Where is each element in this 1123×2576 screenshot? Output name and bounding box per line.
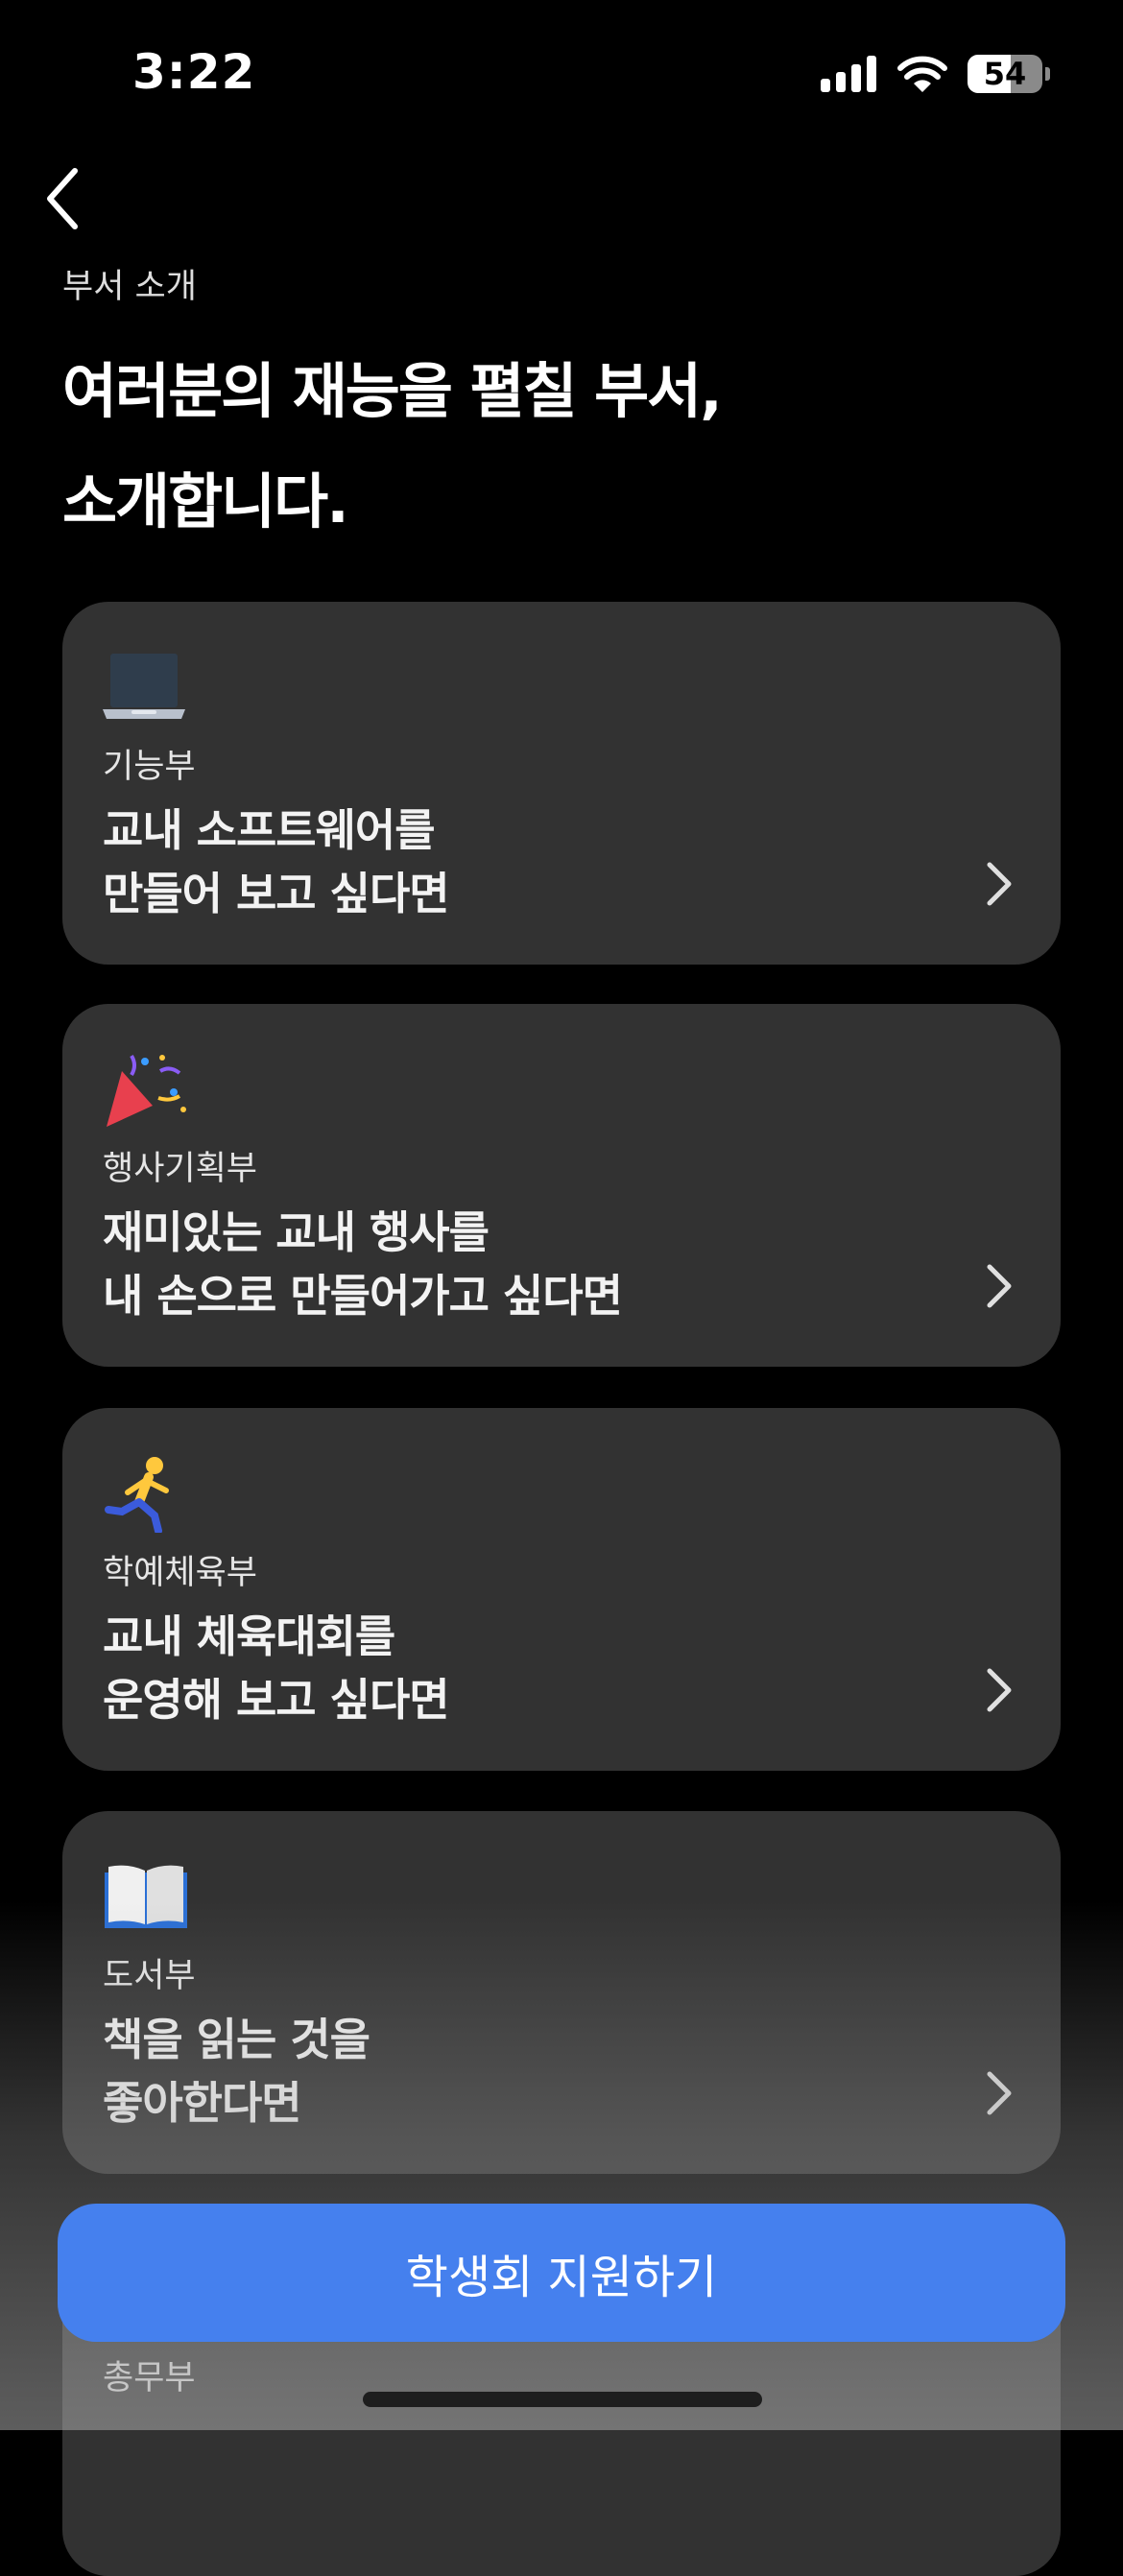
department-card-library[interactable]: 도서부 책을 읽는 것을 좋아한다면 xyxy=(62,1811,1061,2174)
department-description: 교내 소프트웨어를 만들어 보고 싶다면 xyxy=(103,804,450,919)
page-title-line: 여러분의 재능을 펼칠 부서, xyxy=(62,356,723,426)
department-name: 행사기획부 xyxy=(103,1150,258,1188)
chevron-right-icon xyxy=(987,862,1012,906)
department-name: 총무부 xyxy=(103,2359,196,2397)
department-description: 재미있는 교내 행사를 내 손으로 만들어가고 싶다면 xyxy=(103,1206,623,1322)
department-card-sports[interactable]: 학예체육부 교내 체육대회를 운영해 보고 싶다면 xyxy=(62,1408,1061,1771)
laptop-icon xyxy=(103,654,185,719)
status-time: 3:22 xyxy=(132,44,256,100)
page-subtitle: 부서 소개 xyxy=(62,268,197,306)
battery-icon: 54 xyxy=(968,55,1042,93)
open-book-icon xyxy=(105,1865,187,1928)
department-name: 기능부 xyxy=(103,748,196,786)
department-card-events[interactable]: 행사기획부 재미있는 교내 행사를 내 손으로 만들어가고 싶다면 xyxy=(62,1004,1061,1367)
department-name: 학예체육부 xyxy=(103,1554,258,1592)
back-button[interactable] xyxy=(42,165,90,232)
department-description: 책을 읽는 것을 좋아한다면 xyxy=(103,2014,370,2129)
battery-tip xyxy=(1045,67,1050,81)
cellular-signal-icon xyxy=(821,56,876,92)
status-bar: 3:22 54 xyxy=(0,0,1123,144)
running-person-icon xyxy=(105,1457,169,1533)
chevron-right-icon xyxy=(987,1264,1012,1308)
department-name: 도서부 xyxy=(103,1957,196,1995)
department-description: 교내 체육대회를 운영해 보고 싶다면 xyxy=(103,1610,450,1726)
chevron-right-icon xyxy=(987,2071,1012,2115)
home-indicator[interactable] xyxy=(363,2392,762,2407)
party-popper-icon xyxy=(107,1054,186,1127)
page-title: 여러분의 재능을 펼칠 부서, 소개합니다. xyxy=(62,336,723,557)
page-title-line: 소개합니다. xyxy=(62,466,349,537)
department-card-tech[interactable]: 기능부 교내 소프트웨어를 만들어 보고 싶다면 xyxy=(62,602,1061,965)
chevron-right-icon xyxy=(987,1668,1012,1712)
apply-student-council-button[interactable]: 학생회 지원하기 xyxy=(58,2204,1065,2342)
wifi-icon xyxy=(897,56,947,92)
